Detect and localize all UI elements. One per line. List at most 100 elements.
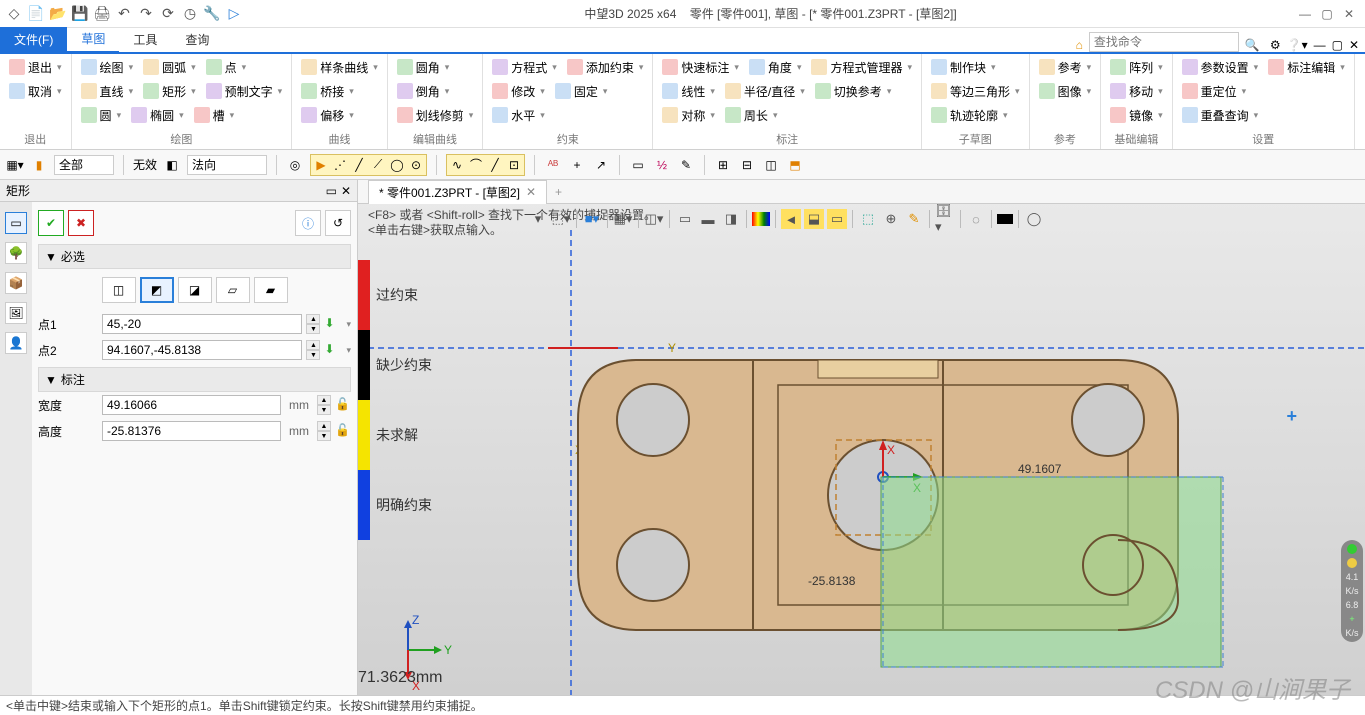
point1-input[interactable]	[102, 314, 302, 334]
section-required[interactable]: ▼ 必选	[38, 244, 351, 269]
ribbon-item[interactable]: 重叠查询▾	[1179, 106, 1262, 125]
ct-link-icon[interactable]: ◌	[966, 209, 986, 229]
refresh-icon[interactable]: ⟳	[158, 4, 178, 24]
print-icon[interactable]: 🖨	[92, 4, 112, 24]
ct-color-icon[interactable]	[752, 212, 770, 226]
g1-icon[interactable]: ⋰	[331, 156, 349, 174]
ct-sync-icon[interactable]: ◯	[1024, 209, 1044, 229]
r2-icon[interactable]: ½	[653, 156, 671, 174]
ribbon-item[interactable]: 偏移▾	[298, 106, 357, 125]
ct-box-icon[interactable]: ⬚	[858, 209, 878, 229]
ribbon-item[interactable]: 绘图▾	[78, 58, 137, 77]
g2-icon[interactable]: ╱	[350, 156, 368, 174]
play2-icon[interactable]: ▶	[312, 156, 330, 174]
ribbon-item[interactable]: 添加约束▾	[564, 58, 647, 77]
ribbon-item[interactable]: 制作块▾	[928, 58, 999, 77]
c3-icon[interactable]: ╱	[486, 156, 504, 174]
ct-cube-icon[interactable]: ⬚▾	[551, 209, 571, 229]
tab-close-icon[interactable]: ✕	[526, 185, 536, 199]
direction-combo[interactable]	[187, 155, 267, 175]
ribbon-item[interactable]: 点▾	[203, 58, 250, 77]
ribbon-item[interactable]: 退出▾	[6, 58, 65, 77]
r1-icon[interactable]: ▭	[629, 156, 647, 174]
ct-layer-icon[interactable]: ◫▾	[644, 209, 664, 229]
m3-icon[interactable]: ◫	[762, 156, 780, 174]
ribbon-item[interactable]: 矩形▾	[140, 82, 199, 101]
maximize-icon[interactable]: ▢	[1319, 6, 1335, 22]
ribbon-item[interactable]: 圆角▾	[394, 58, 453, 77]
file-menu[interactable]: 文件(F)	[0, 27, 67, 52]
width-input[interactable]	[102, 395, 281, 415]
ct-pen-icon[interactable]: ✎	[904, 209, 924, 229]
rect-mode-2[interactable]: ◩	[140, 277, 174, 303]
section-dimension[interactable]: ▼ 标注	[38, 367, 351, 392]
info-icon[interactable]: ⓘ	[295, 210, 321, 236]
ribbon-item[interactable]: 划线修剪▾	[394, 106, 477, 125]
lock2-icon[interactable]: 🔓	[335, 423, 351, 439]
undo-icon[interactable]: ↶	[114, 4, 134, 24]
ribbon-item[interactable]: 方程式管理器▾	[808, 58, 915, 77]
ribbon-item[interactable]: 预制文字▾	[203, 82, 286, 101]
cancel-button[interactable]: ✖	[68, 210, 94, 236]
filter-combo[interactable]	[54, 155, 114, 175]
rect-mode-1[interactable]: ◫	[102, 277, 136, 303]
sidestrip-cube-icon[interactable]: 📦	[5, 272, 27, 294]
close2-icon[interactable]: ✕	[1349, 38, 1359, 52]
ct-black-icon[interactable]	[997, 214, 1013, 224]
ribbon-item[interactable]: 重定位▾	[1179, 82, 1250, 101]
search-input[interactable]	[1089, 32, 1239, 52]
ct-grid-icon[interactable]: ▦▾	[613, 209, 633, 229]
height-input[interactable]	[102, 421, 281, 441]
config-icon[interactable]: 🔧	[202, 4, 222, 24]
palette-icon[interactable]: ▮	[30, 156, 48, 174]
sidestrip-user-icon[interactable]: 👤	[5, 332, 27, 354]
ribbon-item[interactable]: 圆▾	[78, 106, 125, 125]
filter-icon[interactable]: ▦▾	[6, 156, 24, 174]
pick2-icon[interactable]: ⬇	[324, 342, 340, 358]
sidestrip-image-icon[interactable]: 🖼	[5, 302, 27, 324]
ribbon-item[interactable]: 固定▾	[552, 82, 611, 101]
ribbon-item[interactable]: 图像▾	[1036, 82, 1095, 101]
restore-icon[interactable]: ▢	[1332, 38, 1343, 52]
panel-close-icon[interactable]: ✕	[341, 184, 351, 198]
settings-icon[interactable]: ⚙	[1270, 38, 1281, 52]
ok-button[interactable]: ✔	[38, 210, 64, 236]
r3-icon[interactable]: ✎	[677, 156, 695, 174]
point2-input[interactable]	[102, 340, 302, 360]
ct-target-icon[interactable]: ⊕	[881, 209, 901, 229]
ribbon-item[interactable]: 快速标注▾	[659, 58, 742, 77]
ct-y2-icon[interactable]: ⬓	[804, 209, 824, 229]
abc-icon[interactable]: ᴬᴮ	[544, 156, 562, 174]
document-tab[interactable]: * 零件001.Z3PRT - [草图2]✕	[368, 180, 547, 204]
ribbon-item[interactable]: 圆弧▾	[140, 58, 199, 77]
ribbon-item[interactable]: 槽▾	[191, 106, 238, 125]
c1-icon[interactable]: ∿	[448, 156, 466, 174]
ribbon-item[interactable]: 直线▾	[78, 82, 137, 101]
lock1-icon[interactable]: 🔓	[335, 397, 351, 413]
ct-view-icon[interactable]: ▾	[528, 209, 548, 229]
ribbon-item[interactable]: 椭圆▾	[128, 106, 187, 125]
m4-icon[interactable]: ⬒	[786, 156, 804, 174]
pin-icon[interactable]: ▭	[326, 184, 337, 198]
ribbon-item[interactable]: 倒角▾	[394, 82, 453, 101]
ct-b3-icon[interactable]: ◨	[721, 209, 741, 229]
ribbon-item[interactable]: 对称▾	[659, 106, 718, 125]
ribbon-item[interactable]: 标注编辑▾	[1265, 58, 1348, 77]
save-icon[interactable]: 💾	[70, 4, 90, 24]
ribbon-item[interactable]: 修改▾	[489, 82, 548, 101]
home-icon[interactable]: ⌂	[1076, 38, 1083, 52]
tab-tools[interactable]: 工具	[119, 27, 171, 52]
g4-icon[interactable]: ◯	[388, 156, 406, 174]
drawing-canvas[interactable]: * 零件001.Z3PRT - [草图2]✕ + ▾ ⬚▾ ■▾ ▦▾ ◫▾ ▭…	[358, 180, 1365, 695]
arrow-icon[interactable]: ↗	[592, 156, 610, 174]
ribbon-item[interactable]: 镜像▾	[1107, 106, 1166, 125]
ct-db-icon[interactable]: 🗄▾	[935, 209, 955, 229]
ct-y1-icon[interactable]: ◄	[781, 209, 801, 229]
rect-mode-5[interactable]: ▰	[254, 277, 288, 303]
history-icon[interactable]: ◷	[180, 4, 200, 24]
ribbon-item[interactable]: 样条曲线▾	[298, 58, 381, 77]
ribbon-item[interactable]: 水平▾	[489, 106, 548, 125]
redo-icon[interactable]: ↷	[136, 4, 156, 24]
open-icon[interactable]: 📂	[48, 4, 68, 24]
min2-icon[interactable]: —	[1314, 38, 1326, 52]
